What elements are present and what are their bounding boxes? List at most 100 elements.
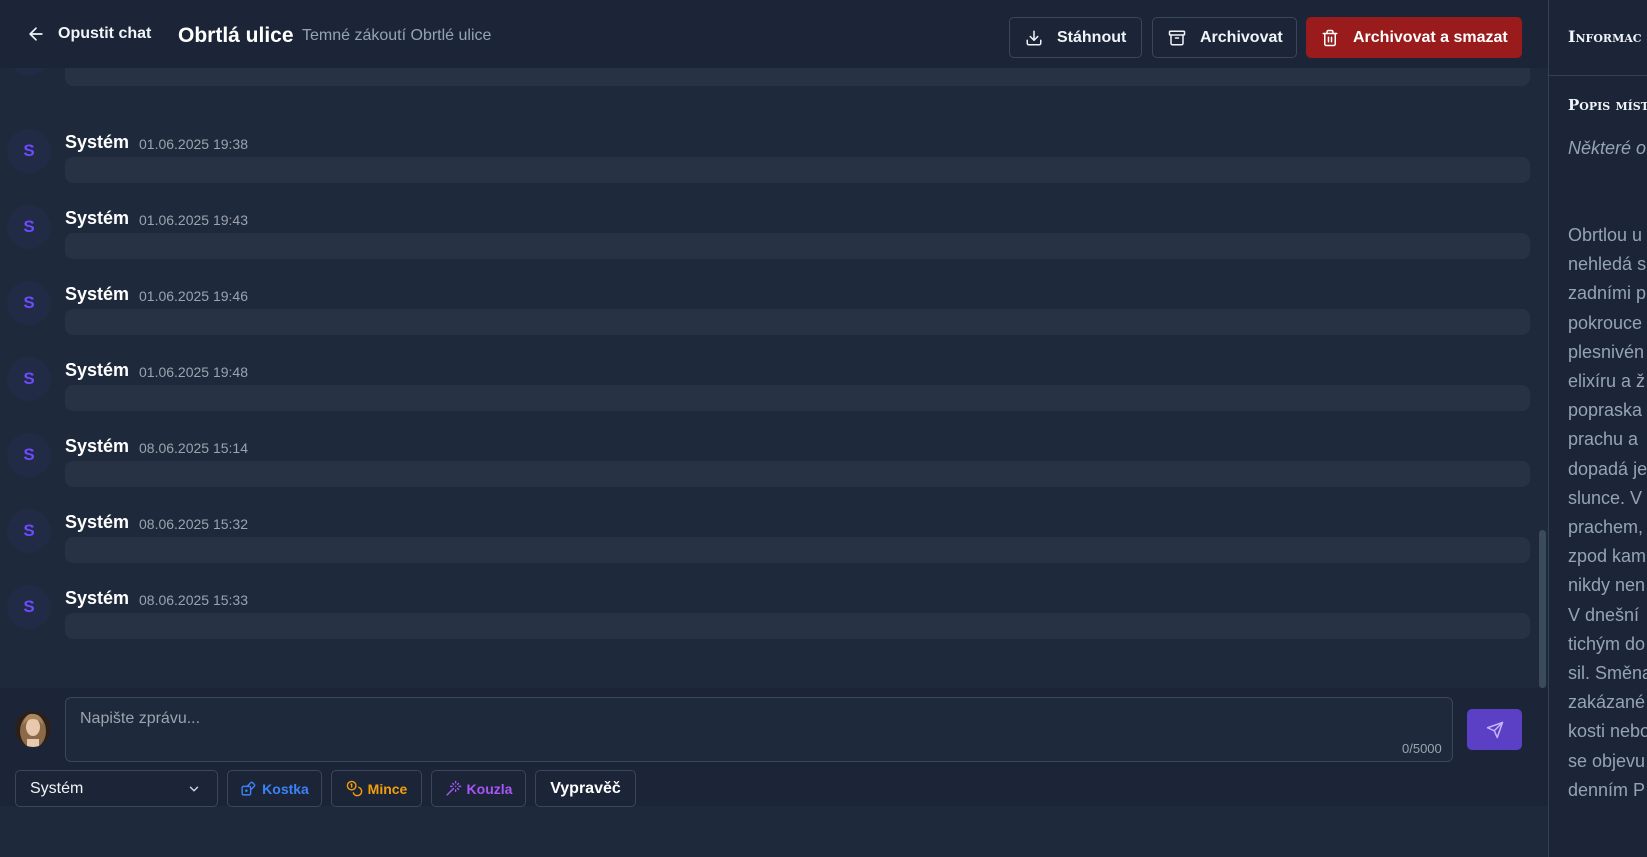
avatar: S (7, 205, 51, 249)
archive-label: Archivovat (1200, 28, 1283, 46)
description-line: slunce. V (1568, 487, 1643, 508)
message-bubble (65, 309, 1530, 335)
message-bubble (65, 68, 1530, 86)
message-time: 08.06.2025 15:14 (139, 440, 248, 456)
message-item: S Systém 08.06.2025 15:14 (0, 433, 1548, 509)
archive-icon (1168, 30, 1186, 45)
message-item: S Systém 01.06.2025 19:43 (0, 205, 1548, 281)
message-author: Systém (65, 436, 130, 456)
description-line: kosti nebo (1568, 721, 1647, 742)
message-author: Systém (65, 132, 130, 152)
coin-button[interactable]: Mince (331, 770, 422, 807)
location-italic-text: Některé o pohltí. (1568, 138, 1647, 158)
message-bubble (65, 461, 1530, 487)
description-line: denním P (1568, 779, 1646, 800)
dice-label: Kostka (262, 780, 309, 797)
description-line: sil. Směna (1568, 663, 1647, 684)
coin-label: Mince (367, 780, 408, 797)
sender-select[interactable]: Systém (15, 770, 218, 807)
archive-button[interactable]: Archivovat (1152, 17, 1297, 58)
chat-title: Obrtlá ulice (178, 24, 294, 47)
sender-select-value: Systém (30, 779, 84, 797)
send-button[interactable] (1467, 709, 1522, 750)
spells-button[interactable]: Kouzla (431, 770, 526, 807)
magic-wand-icon (445, 780, 461, 796)
message-bubble (65, 537, 1530, 563)
description-line: popraska (1568, 400, 1643, 421)
description-line: plesnivén (1568, 341, 1645, 362)
message-author: Systém (65, 512, 130, 532)
chat-subtitle: Temné zákoutí Obrtlé ulice (302, 27, 492, 44)
description-line: zpod kam (1568, 546, 1647, 567)
message-time: 08.06.2025 15:32 (139, 516, 248, 532)
location-description-text: Obrtlou u nehledá s zadními p pokrouce p… (1568, 221, 1647, 805)
chat-app: Opustit chat Obrtlá ulice Temné zákoutí … (0, 0, 1647, 857)
arrow-left-icon (29, 27, 43, 41)
coins-icon (346, 780, 362, 797)
description-line: nikdy nen (1568, 575, 1646, 596)
avatar: S (7, 585, 51, 629)
message-item: S Systém 08.06.2025 15:33 (0, 585, 1548, 661)
message-bubble (65, 157, 1530, 183)
avatar: S (7, 68, 51, 75)
description-line: prachu a (1568, 429, 1639, 450)
archive-delete-label: Archivovat a smazat (1353, 28, 1508, 46)
avatar: S (7, 129, 51, 173)
message-item: S Systém 01.06.2025 19:46 (0, 281, 1548, 357)
message-time: 01.06.2025 19:43 (139, 212, 248, 228)
description-line: elixíru a ž (1568, 371, 1646, 392)
leave-chat-label: Opustit chat (58, 25, 152, 42)
sidebar-title: Informac (1568, 27, 1642, 46)
archive-delete-button[interactable]: Archivovat a smazat (1306, 17, 1522, 58)
info-sidebar: Informac Popis míst Některé o pohltí. Ob… (1548, 0, 1647, 857)
sidebar-divider (1549, 75, 1647, 76)
message-item: S (0, 68, 1548, 96)
download-button[interactable]: Stáhnout (1009, 17, 1142, 58)
leave-chat-button[interactable]: Opustit chat (26, 24, 151, 44)
chat-main: Opustit chat Obrtlá ulice Temné zákoutí … (0, 0, 1548, 857)
message-author: Systém (65, 588, 130, 608)
message-time: 08.06.2025 15:33 (139, 592, 248, 608)
message-bubble (65, 233, 1530, 259)
message-item: S Systém 08.06.2025 15:32 (0, 509, 1548, 585)
message-time: 01.06.2025 19:38 (139, 136, 248, 152)
description-line: V dnešní (1568, 604, 1640, 625)
message-item: S Systém 01.06.2025 19:38 (0, 129, 1548, 205)
narrator-label: Vypravěč (550, 779, 621, 797)
send-icon (1486, 721, 1503, 738)
spells-label: Kouzla (466, 780, 513, 797)
description-line: se objevu (1568, 750, 1646, 771)
avatar: S (7, 357, 51, 401)
user-avatar (15, 711, 51, 747)
download-icon (1026, 30, 1042, 45)
avatar: S (7, 281, 51, 325)
chat-header: Opustit chat Obrtlá ulice Temné zákoutí … (0, 0, 1548, 68)
message-list-scrollbar[interactable] (1539, 530, 1546, 688)
download-label: Stáhnout (1057, 28, 1127, 46)
avatar: S (7, 509, 51, 553)
description-line: zadními p (1568, 283, 1647, 304)
chevron-down-icon (189, 786, 199, 792)
trash-icon (1322, 29, 1338, 46)
description-line: prachem, (1568, 517, 1644, 538)
narrator-button[interactable]: Vypravěč (535, 770, 636, 807)
composer-footer (0, 806, 1548, 857)
char-count: 0/5000 (1402, 741, 1442, 756)
message-time: 01.06.2025 19:46 (139, 288, 248, 304)
message-bubble (65, 385, 1530, 411)
message-item: S Systém 01.06.2025 19:48 (0, 357, 1548, 433)
message-author: Systém (65, 360, 130, 380)
description-line: zakázané (1568, 692, 1646, 713)
dice-button[interactable]: Kostka (227, 770, 322, 807)
message-bubble (65, 613, 1530, 639)
location-description-heading: Popis míst (1568, 96, 1647, 114)
description-line: dopadá je (1568, 458, 1647, 479)
description-line: pokrouce (1568, 312, 1643, 333)
dice-icon (241, 781, 256, 796)
message-author: Systém (65, 284, 130, 304)
message-list[interactable]: S S Systém 01.06.2025 19:38 S Systém 01.… (0, 68, 1548, 688)
description-line: nehledá s (1568, 254, 1647, 275)
message-input[interactable] (65, 697, 1453, 762)
message-author: Systém (65, 208, 130, 228)
description-line: tichým do (1568, 633, 1646, 654)
